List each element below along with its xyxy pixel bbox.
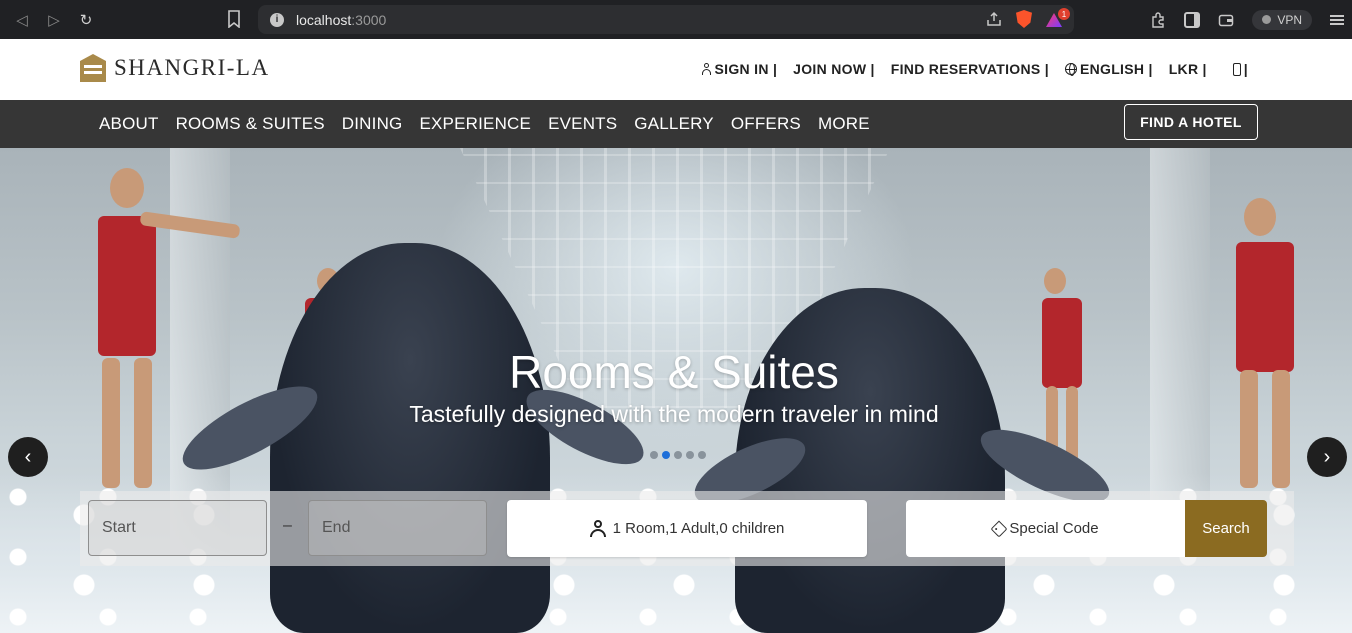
nav-item[interactable]: EXPERIENCE xyxy=(419,114,531,134)
browser-toolbar: ◁ ▷ ↻ i localhost:3000 1 VPN xyxy=(0,0,1352,39)
menu-icon[interactable] xyxy=(1330,14,1344,25)
carousel-dot[interactable] xyxy=(674,451,682,459)
carousel-indicators xyxy=(650,451,706,459)
nav-item[interactable]: EVENTS xyxy=(548,114,617,134)
vpn-status-icon xyxy=(1262,15,1272,24)
bookmark-icon[interactable] xyxy=(226,10,242,28)
nav-item[interactable]: ROOMS & SUITES xyxy=(176,114,325,134)
carousel-dot[interactable] xyxy=(698,451,706,459)
end-date-input[interactable]: End xyxy=(308,500,487,556)
nav-item[interactable]: GALLERY xyxy=(634,114,714,134)
forward-icon[interactable]: ▷ xyxy=(38,4,70,36)
next-slide-button[interactable]: › xyxy=(1307,437,1347,477)
share-icon[interactable] xyxy=(986,11,1002,27)
logo-text: SHANGRI-LA xyxy=(114,55,270,80)
find-reservations-link[interactable]: FIND RESERVATIONS | xyxy=(891,61,1049,77)
brave-shields-icon[interactable] xyxy=(1016,10,1032,28)
hero-carousel: Rooms & Suites Tastefully designed with … xyxy=(0,148,1352,633)
language-selector[interactable]: ENGLISH | xyxy=(1064,61,1153,77)
logo[interactable]: SHANGRI-LA xyxy=(80,54,270,82)
shangri-la-logo-icon xyxy=(80,54,106,82)
nav-item[interactable]: ABOUT xyxy=(99,114,159,134)
guests-selector[interactable]: 1 Room,1 Adult,0 children xyxy=(507,500,867,557)
brave-rewards-icon[interactable]: 1 xyxy=(1046,8,1070,27)
carousel-dot[interactable] xyxy=(662,451,670,459)
url-text: localhost:3000 xyxy=(296,11,387,28)
user-icon xyxy=(701,63,712,75)
main-nav: ABOUT ROOMS & SUITES DINING EXPERIENCE EVENT… xyxy=(0,100,1352,148)
globe-icon xyxy=(1064,63,1077,76)
search-button[interactable]: Search xyxy=(1185,500,1267,557)
notification-badge: 1 xyxy=(1058,8,1070,20)
reload-icon[interactable]: ↻ xyxy=(70,4,102,36)
booking-bar: Start – End 1 Room,1 Adult,0 children Sp… xyxy=(80,491,1294,566)
person-icon xyxy=(589,520,606,537)
address-bar[interactable]: i localhost:3000 1 xyxy=(258,5,1074,34)
top-links: SIGN IN | JOIN NOW | FIND RESERVATIONS |… xyxy=(701,61,1248,77)
nav-item[interactable]: DINING xyxy=(342,114,403,134)
carousel-dot[interactable] xyxy=(650,451,658,459)
sign-in-link[interactable]: SIGN IN | xyxy=(701,61,778,77)
phone-icon xyxy=(1232,62,1241,76)
phone-link[interactable]: | xyxy=(1232,61,1248,77)
site-info-icon[interactable]: i xyxy=(270,12,284,27)
carousel-dot[interactable] xyxy=(686,451,694,459)
vpn-button[interactable]: VPN xyxy=(1252,9,1312,30)
join-now-link[interactable]: JOIN NOW | xyxy=(793,61,875,77)
site-header: SHANGRI-LA SIGN IN | JOIN NOW | FIND RES… xyxy=(0,39,1352,100)
tag-icon xyxy=(990,520,1008,537)
wallet-icon[interactable] xyxy=(1218,12,1234,28)
sidebar-icon[interactable] xyxy=(1184,11,1201,28)
prev-slide-button[interactable]: ‹ xyxy=(8,437,48,477)
back-icon[interactable]: ◁ xyxy=(6,4,38,36)
date-separator: – xyxy=(283,517,292,534)
hero-subtitle: Tastefully designed with the modern trav… xyxy=(409,401,939,427)
nav-item[interactable]: MORE xyxy=(818,114,870,134)
extensions-icon[interactable] xyxy=(1150,11,1166,28)
find-a-hotel-button[interactable]: FIND A HOTEL xyxy=(1124,104,1258,140)
nav-item[interactable]: OFFERS xyxy=(731,114,801,134)
hero-title: Rooms & Suites xyxy=(509,346,839,398)
penguin-left xyxy=(270,243,550,633)
start-date-input[interactable]: Start xyxy=(88,500,267,556)
special-code-button[interactable]: Special Code xyxy=(906,500,1186,557)
currency-selector[interactable]: LKR | xyxy=(1169,61,1207,77)
